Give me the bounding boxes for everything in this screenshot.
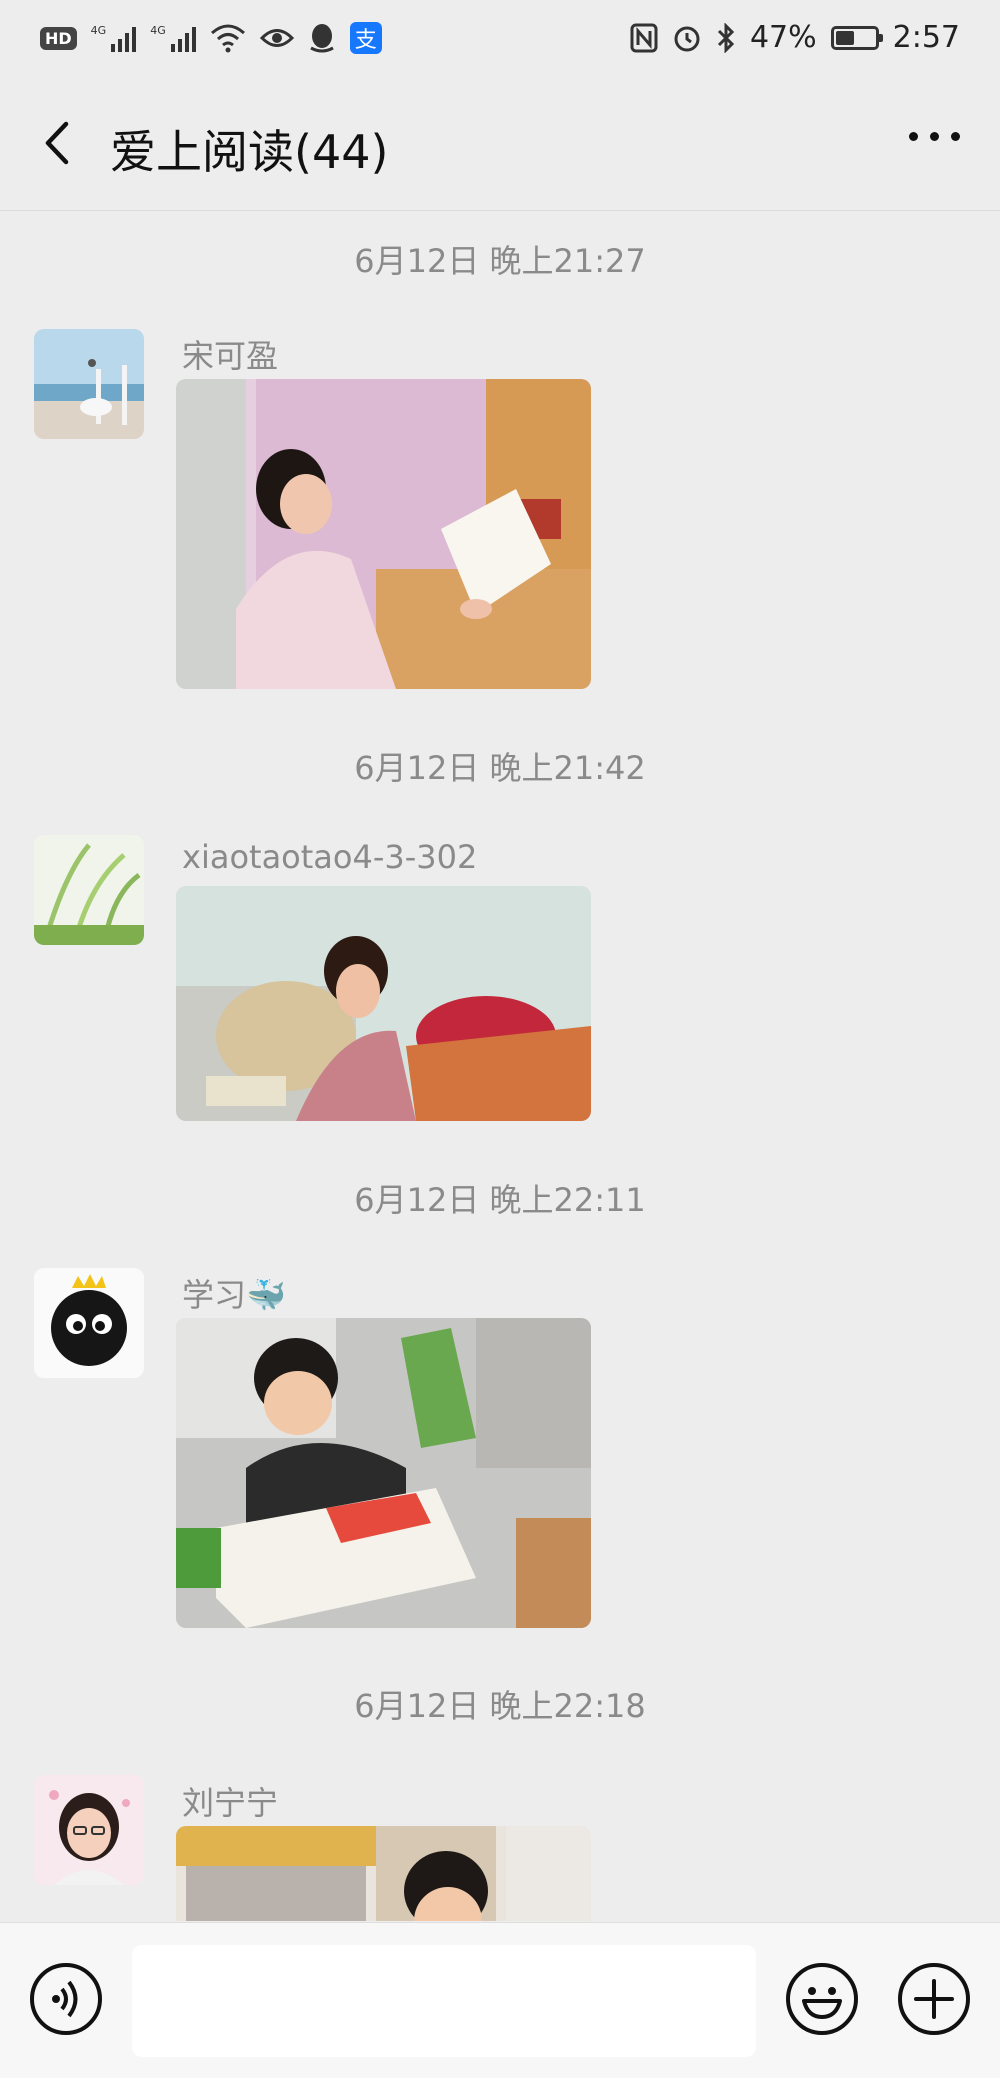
network-type-label: 4G	[90, 24, 107, 37]
battery-percent: 47%	[749, 20, 817, 55]
battery-level-fill	[835, 30, 854, 45]
message-input[interactable]	[132, 1945, 756, 2057]
more-dots-icon[interactable]	[909, 132, 960, 141]
image-message[interactable]	[176, 1826, 591, 1921]
sender-name: xiaotaotao4-3-302	[182, 838, 478, 876]
sender-name: 学习🐳	[182, 1276, 286, 1314]
message-timestamp: 6月12日 晚上21:27	[354, 242, 646, 280]
nfc-icon	[630, 23, 658, 52]
network-type-label: 4G	[150, 24, 166, 37]
plus-icon[interactable]	[898, 1963, 970, 2035]
message-list[interactable]: 6月12日 晚上21:27 宋可盈 6月12日 晚上21:42 xiaotaot…	[0, 211, 1000, 1921]
chat-header: 爱上阅读(44)	[0, 80, 1000, 210]
message-timestamp: 6月12日 晚上21:42	[354, 749, 646, 787]
status-bar: HD 4G 4G 支 47% 2:57	[0, 0, 1000, 80]
chevron-left-icon[interactable]	[34, 118, 84, 168]
image-message[interactable]	[176, 1318, 591, 1628]
image-message[interactable]	[176, 379, 591, 689]
avatar[interactable]	[34, 835, 144, 945]
status-left-icons: HD 4G 4G 支	[40, 22, 382, 54]
qq-icon	[310, 24, 334, 53]
battery-icon	[830, 25, 883, 50]
image-message[interactable]	[176, 886, 591, 1121]
signal-icon: 4G	[91, 24, 137, 52]
chat-title: 爱上阅读(44)	[110, 125, 389, 179]
avatar[interactable]	[34, 1775, 144, 1885]
clock-time: 2:57	[892, 20, 960, 55]
alarm-icon	[674, 26, 700, 51]
sender-name: 刘宁宁	[182, 1784, 279, 1822]
signal-icon: 4G	[150, 24, 196, 52]
eye-icon	[259, 29, 294, 47]
chat-input-bar	[0, 1922, 1000, 2078]
avatar[interactable]	[34, 329, 144, 439]
bluetooth-icon	[717, 22, 735, 53]
wifi-icon	[210, 24, 245, 53]
voice-icon[interactable]	[30, 1963, 102, 2035]
emoji-icon[interactable]	[786, 1963, 858, 2035]
message-timestamp: 6月12日 晚上22:11	[354, 1181, 646, 1219]
status-right-icons: 47% 2:57	[630, 20, 960, 55]
hd-icon: HD	[40, 26, 77, 50]
alipay-icon: 支	[349, 22, 382, 54]
message-timestamp: 6月12日 晚上22:18	[354, 1687, 646, 1725]
sender-name: 宋可盈	[182, 337, 279, 375]
avatar[interactable]	[34, 1268, 144, 1378]
